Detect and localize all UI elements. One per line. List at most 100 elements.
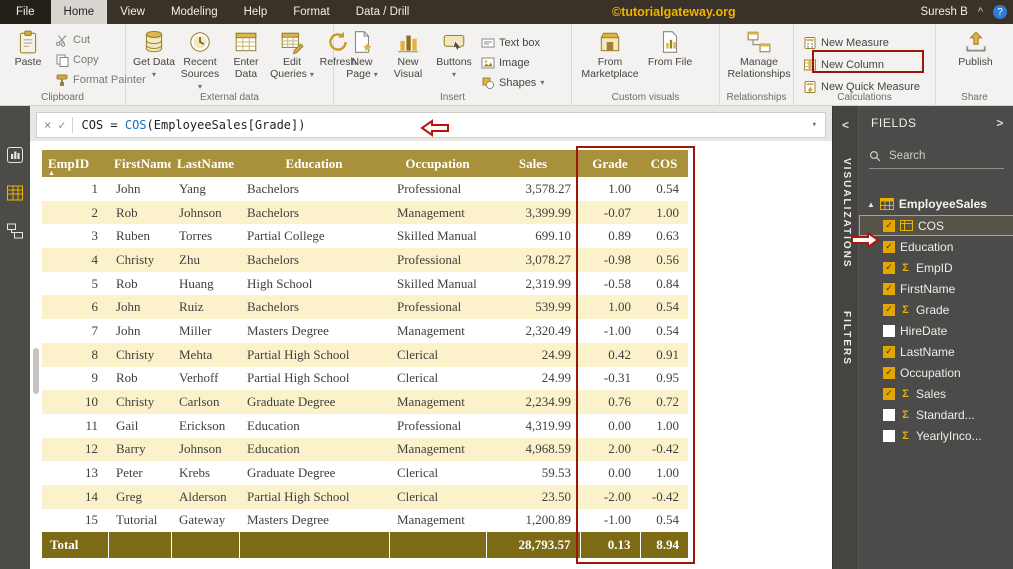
column-header-empid[interactable]: EmpID ▲ [42,150,108,177]
data-view-button[interactable] [6,184,24,202]
field-checkbox-checked[interactable]: ✓ [883,387,895,400]
table-cell: 14 [85,488,98,504]
field-item-education[interactable]: ✓ Education [859,236,1013,257]
filters-tab[interactable]: FILTERS [841,311,852,366]
new-column-button[interactable]: New Column [800,54,923,75]
table-row[interactable]: 4 Christy Zhu Bachelors Professional 3,078.27… [42,248,688,272]
tab-file[interactable]: File [0,0,51,24]
collapse-fields-icon[interactable]: > [996,116,1004,130]
table-row[interactable]: 3 Ruben Torres Partial College Skilled Manua… [42,224,688,248]
table-row[interactable]: 5 Rob Huang High School Skilled Manual 2,319.… [42,272,688,296]
table-cell: Yang [179,180,206,196]
field-item-sales[interactable]: ✓ Σ Sales [859,383,1013,404]
column-header-sales[interactable]: Sales [486,150,580,177]
field-checkbox-checked[interactable]: ✓ [883,261,895,274]
tab-help[interactable]: Help [231,0,281,24]
buttons-button[interactable]: Buttons ▾ [432,29,476,81]
text-box-button[interactable]: Text box [478,33,547,52]
column-header-lastname[interactable]: LastName [171,150,239,177]
field-checkbox-checked[interactable]: ✓ [883,219,895,232]
formula-bar[interactable]: × ✓ COS = COS (EmployeeSales[Grade]) ▾ [36,112,826,138]
field-checkbox-checked[interactable]: ✓ [883,282,895,295]
field-checkbox-unchecked[interactable] [883,408,895,421]
field-item-standard[interactable]: Σ Standard... [859,404,1013,425]
tab-modeling[interactable]: Modeling [158,0,231,24]
table-cell: Christy [116,251,155,267]
image-label: Image [499,56,530,69]
new-page-button[interactable]: New Page ▾ [340,29,384,81]
help-icon[interactable]: ? [993,5,1007,19]
field-item-grade[interactable]: ✓ Σ Grade [859,299,1013,320]
tab-format[interactable]: Format [280,0,342,24]
recent-sources-button[interactable]: Recent Sources ▾ [178,29,222,93]
table-row[interactable]: 15 Tutorial Gateway Masters Degree Managemen… [42,509,688,533]
table-row[interactable]: 1 John Yang Bachelors Professional 3,578.27 1.… [42,177,688,201]
get-data-button[interactable]: Get Data ▾ [132,29,176,81]
collapse-panel-icon[interactable]: < [842,118,849,132]
table-cell: 0.42 [608,346,631,362]
field-item-lastname[interactable]: ✓ LastName [859,341,1013,362]
field-item-firstname[interactable]: ✓ FirstName [859,278,1013,299]
table-row[interactable]: 8 Christy Mehta Partial High School Clerical… [42,342,688,367]
table-cell: 0.84 [656,275,679,291]
column-header-grade[interactable]: Grade [580,150,640,177]
collapse-ribbon-icon[interactable]: ^ [978,6,983,18]
table-body: 1 John Yang Bachelors Professional 3,578.27 1.… [42,177,688,532]
field-item-yearlyinco[interactable]: Σ YearlyInco... [859,425,1013,446]
report-view-button[interactable] [6,146,24,164]
paste-button[interactable]: Paste [6,29,50,68]
table-row[interactable]: 6 John Ruiz Bachelors Professional 539.99 1.00… [42,295,688,320]
table-cell: Johnson [179,441,222,457]
edit-queries-button[interactable]: Edit Queries ▾ [270,29,314,81]
table-row[interactable]: 2 Rob Johnson Bachelors Management 3,399.99 -0… [42,200,688,225]
field-checkbox-checked[interactable]: ✓ [883,366,895,379]
table-row[interactable]: 11 Gail Erickson Education Professional 4,319… [42,414,688,438]
commit-icon[interactable]: ✓ [58,118,72,132]
from-file-button[interactable]: From File [644,29,696,68]
field-checkbox-unchecked[interactable] [883,429,895,442]
field-checkbox-checked[interactable]: ✓ [883,240,895,253]
from-marketplace-button[interactable]: From Marketplace [578,29,642,80]
column-header-cos[interactable]: COS [640,150,688,177]
tab-home[interactable]: Home [50,0,108,24]
formula-expand-icon[interactable]: ▾ [812,120,817,130]
table-row[interactable]: 9 Rob Verhoff Partial High School Clerical 24… [42,367,688,391]
field-checkbox-checked[interactable]: ✓ [883,345,895,358]
expand-collapse-icon[interactable]: ▲ [867,200,875,209]
column-header-firstname[interactable]: FirstName [108,150,173,177]
model-view-button[interactable] [6,222,24,240]
enter-data-button[interactable]: Enter Data [224,29,268,80]
table-cell: John [116,180,141,196]
field-item-occupation[interactable]: ✓ Occupation [859,362,1013,383]
table-scrollbar-thumb[interactable] [33,348,39,394]
table-row[interactable]: 14 Greg Alderson Partial High School Clerica… [42,484,688,509]
field-item-hiredate[interactable]: HireDate [859,320,1013,341]
field-item-empid[interactable]: ✓ Σ EmpID [859,257,1013,278]
table-row[interactable]: 13 Peter Krebs Graduate Degree Clerical 59.53… [42,461,688,485]
column-header-occupation[interactable]: Occupation [389,150,486,177]
table-row[interactable]: 10 Christy Carlson Graduate Degree Managemen… [42,390,688,414]
field-checkbox-checked[interactable]: ✓ [883,303,895,316]
tab-data-drill[interactable]: Data / Drill [343,0,423,24]
manage-relationships-button[interactable]: Manage Relationships [726,29,792,80]
table-cell: Gail [116,417,139,433]
image-button[interactable]: Image [478,53,547,72]
shapes-button[interactable]: Shapes ▾ [478,73,547,92]
cancel-icon[interactable]: × [37,118,58,132]
data-table: EmpID ▲ FirstName LastName Education Occu… [42,150,688,559]
table-cell: 3,578.27 [525,180,572,196]
field-item-cos[interactable]: ✓ COS [859,215,1013,236]
table-row[interactable]: 7 John Miller Masters Degree Management 2,320… [42,319,688,343]
visualizations-tab[interactable]: VISUALIZATIONS [841,158,852,269]
search-input[interactable] [887,149,999,163]
table-row[interactable]: 12 Barry Johnson Education Management 4,968.5… [42,437,688,462]
fields-table-employeesales[interactable]: ▲ EmployeeSales [859,193,1013,215]
new-measure-button[interactable]: New Measure [800,32,923,53]
table-cell: Clerical [397,346,439,362]
tab-view[interactable]: View [107,0,158,24]
new-visual-button[interactable]: New Visual [386,29,430,80]
publish-button[interactable]: Publish [948,29,1004,68]
field-checkbox-unchecked[interactable] [883,324,895,337]
buttons-icon [443,34,465,52]
column-header-education[interactable]: Education [239,150,389,177]
